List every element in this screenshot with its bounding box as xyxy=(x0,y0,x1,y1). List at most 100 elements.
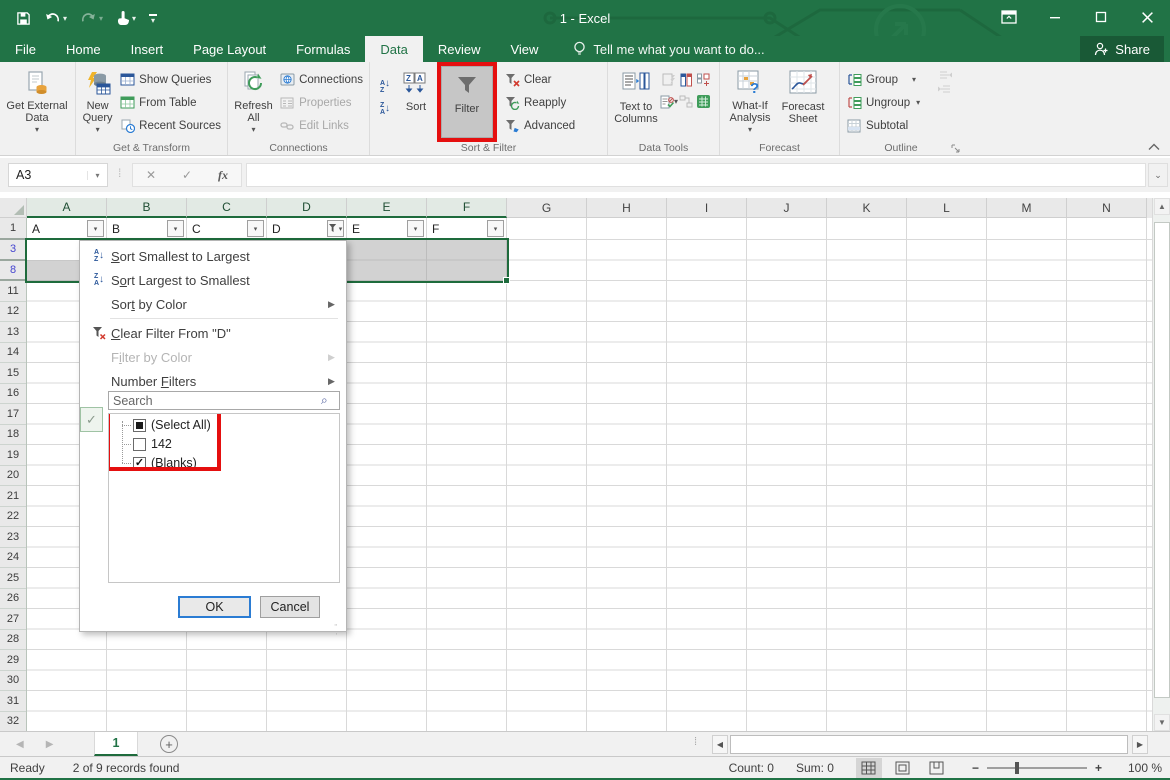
menu-item-sort-by-color[interactable]: Sort by Color▶ xyxy=(80,292,346,316)
vertical-scroll-thumb[interactable] xyxy=(1154,222,1170,698)
checkbox-checked[interactable] xyxy=(133,457,146,470)
relationships-icon[interactable] xyxy=(679,95,693,108)
sort-button[interactable]: ZA Sort xyxy=(397,65,435,139)
menu-item-sort-largest-to-smallest[interactable]: ZA↓Sort Largest to Smallest xyxy=(80,268,346,292)
recent-sources-button[interactable]: Recent Sources xyxy=(116,115,224,136)
search-icon[interactable]: ⌕ xyxy=(321,393,339,408)
header-cell-E1[interactable]: E▾ xyxy=(347,218,427,239)
page-break-preview-icon[interactable] xyxy=(924,758,950,778)
connections-button[interactable]: Connections xyxy=(276,69,366,90)
collapse-ribbon-icon[interactable] xyxy=(1148,143,1160,151)
data-validation-icon[interactable]: ▾ xyxy=(660,95,678,109)
scroll-down-icon[interactable]: ▼ xyxy=(1154,714,1170,731)
forecast-sheet-button[interactable]: Forecast Sheet xyxy=(777,65,829,139)
new-query-button[interactable]: New Query ▾ xyxy=(79,65,116,139)
get-external-data-button[interactable]: Get External Data ▾ xyxy=(3,65,71,139)
column-header-F[interactable]: F xyxy=(427,198,507,218)
refresh-all-button[interactable]: Refresh All ▾ xyxy=(231,65,276,139)
column-header-C[interactable]: C xyxy=(187,198,267,218)
tell-me-box[interactable]: Tell me what you want to do... xyxy=(573,36,764,62)
new-sheet-icon[interactable]: + xyxy=(160,735,178,753)
menu-item-filter-by-color[interactable]: Filter by Color▶ xyxy=(80,345,346,369)
row-header-3[interactable]: 3 xyxy=(0,240,26,261)
share-button[interactable]: Share xyxy=(1080,36,1164,62)
column-header-D[interactable]: D xyxy=(267,198,347,218)
manage-data-model-icon[interactable] xyxy=(696,94,711,109)
expand-formula-bar-icon[interactable]: ⌄ xyxy=(1148,163,1168,187)
zoom-slider[interactable] xyxy=(987,767,1087,769)
menu-item-sort-smallest-to-largest[interactable]: AZ↓Sort Smallest to Largest xyxy=(80,244,346,268)
row-header-17[interactable]: 17 xyxy=(0,404,26,425)
remove-duplicates-icon[interactable] xyxy=(680,73,693,87)
tab-page-layout[interactable]: Page Layout xyxy=(178,36,281,62)
next-sheet-icon[interactable]: ▶ xyxy=(46,739,54,750)
filter-dropdown-icon[interactable]: ▾ xyxy=(487,220,504,237)
redo-icon[interactable]: ▾ xyxy=(80,11,103,26)
column-header-N[interactable]: N xyxy=(1067,198,1147,218)
menu-item-clear-filter-from-d[interactable]: Clear Filter From "D" xyxy=(80,321,346,345)
previous-sheet-icon[interactable]: ◀ xyxy=(16,739,24,750)
row-header-25[interactable]: 25 xyxy=(0,568,26,589)
row-header-1[interactable]: 1 xyxy=(0,218,26,240)
row-header-24[interactable]: 24 xyxy=(0,548,26,569)
hide-detail-icon[interactable] xyxy=(938,83,952,95)
group-button[interactable]: Group ▾ xyxy=(843,69,935,90)
ok-button[interactable]: OK xyxy=(178,596,251,618)
close-icon[interactable] xyxy=(1124,0,1170,34)
tab-scroll-splitter[interactable]: ⁞ xyxy=(694,736,698,748)
checkbox-indeterminate[interactable] xyxy=(133,419,146,432)
text-to-columns-button[interactable]: Text to Columns xyxy=(611,65,661,139)
column-header-M[interactable]: M xyxy=(987,198,1067,218)
normal-view-icon[interactable] xyxy=(856,758,882,778)
name-box-arrow-icon[interactable]: ▾ xyxy=(87,171,107,180)
reapply-filter-button[interactable]: Reapply xyxy=(501,92,578,113)
maximize-icon[interactable] xyxy=(1078,0,1124,34)
filter-value-list[interactable]: (Select All)142(Blanks) xyxy=(108,413,340,583)
sheet-tab-1[interactable]: 1 xyxy=(94,732,138,756)
row-header-20[interactable]: 20 xyxy=(0,466,26,487)
row-header-12[interactable]: 12 xyxy=(0,302,26,323)
filter-dropdown-icon[interactable]: ▾ xyxy=(167,220,184,237)
row-header-27[interactable]: 27 xyxy=(0,609,26,630)
row-header-14[interactable]: 14 xyxy=(0,343,26,364)
horizontal-scroll-thumb[interactable] xyxy=(730,735,1128,754)
zoom-slider-handle[interactable] xyxy=(1015,762,1019,774)
show-queries-button[interactable]: Show Queries xyxy=(116,69,224,90)
column-header-J[interactable]: J xyxy=(747,198,827,218)
row-header-31[interactable]: 31 xyxy=(0,691,26,712)
row-header-13[interactable]: 13 xyxy=(0,322,26,343)
advanced-filter-button[interactable]: Advanced xyxy=(501,115,578,136)
formula-input[interactable] xyxy=(246,163,1146,187)
cancel-entry-icon[interactable]: ✕ xyxy=(133,168,169,182)
row-header-22[interactable]: 22 xyxy=(0,507,26,528)
horizontal-scrollbar[interactable]: ◀ ▶ xyxy=(712,735,1150,754)
row-header-28[interactable]: 28 xyxy=(0,630,26,651)
header-cell-B1[interactable]: B▾ xyxy=(107,218,187,239)
row-header-23[interactable]: 23 xyxy=(0,527,26,548)
row-header-16[interactable]: 16 xyxy=(0,384,26,405)
column-header-L[interactable]: L xyxy=(907,198,987,218)
column-header-B[interactable]: B xyxy=(107,198,187,218)
tab-view[interactable]: View xyxy=(495,36,553,62)
row-header-19[interactable]: 19 xyxy=(0,445,26,466)
name-box[interactable]: A3 ▾ xyxy=(8,163,108,187)
header-cell-D1[interactable]: D▾ xyxy=(267,218,347,239)
header-cell-F1[interactable]: F▾ xyxy=(427,218,507,239)
tab-data[interactable]: Data xyxy=(365,36,422,62)
what-if-analysis-button[interactable]: ? What-If Analysis ▾ xyxy=(723,65,777,139)
filter-dropdown-icon[interactable]: ▾ xyxy=(87,220,104,237)
column-header-H[interactable]: H xyxy=(587,198,667,218)
tab-home[interactable]: Home xyxy=(51,36,116,62)
undo-icon[interactable]: ▾ xyxy=(44,11,67,26)
show-detail-icon[interactable] xyxy=(938,69,952,81)
column-header-G[interactable]: G xyxy=(507,198,587,218)
edit-links-button[interactable]: Edit Links xyxy=(276,115,366,136)
tab-file[interactable]: File xyxy=(0,36,51,62)
row-header-8[interactable]: 8 xyxy=(0,261,26,282)
tab-review[interactable]: Review xyxy=(423,36,496,62)
customize-qat-icon[interactable]: ▾ xyxy=(149,14,157,23)
column-header-I[interactable]: I xyxy=(667,198,747,218)
row-header-11[interactable]: 11 xyxy=(0,281,26,302)
flash-fill-icon[interactable] xyxy=(662,73,677,86)
touch-mode-icon[interactable]: ▾ xyxy=(116,10,136,26)
